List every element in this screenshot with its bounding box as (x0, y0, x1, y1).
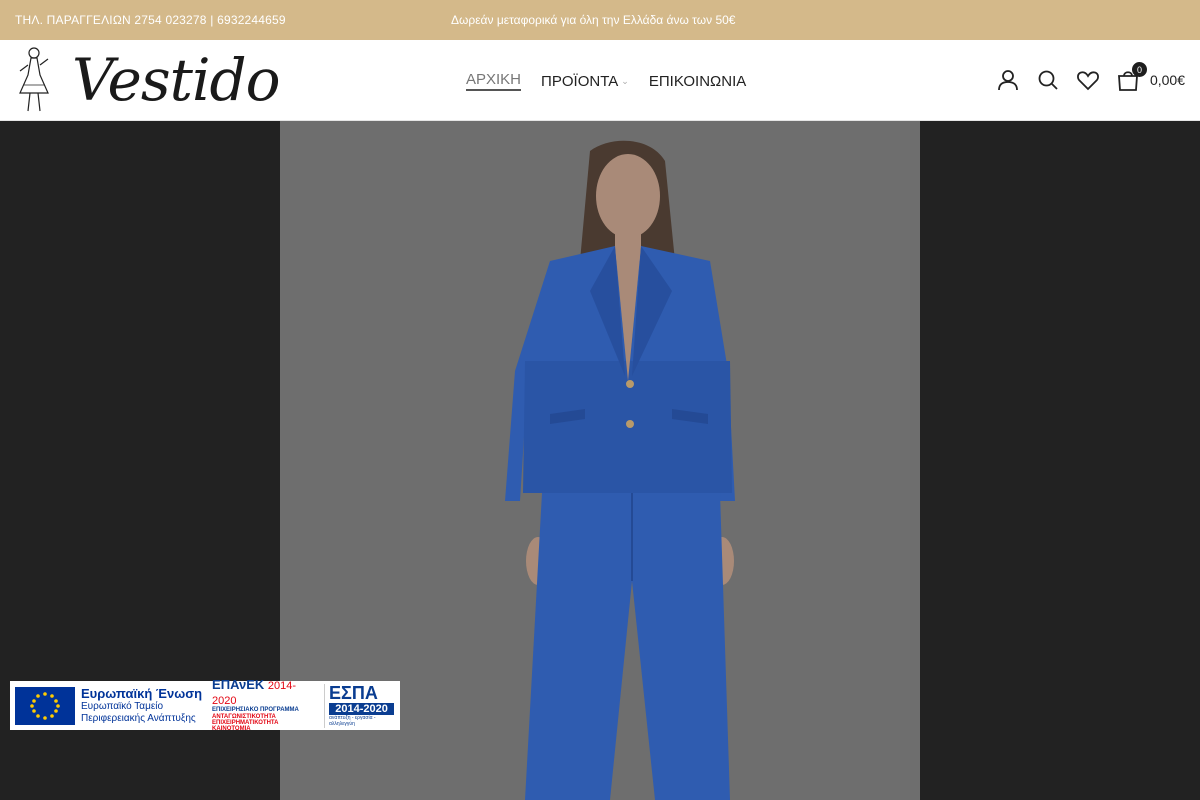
site-logo[interactable]: Vestido (14, 45, 281, 117)
site-header: Vestido ΑΡΧΙΚΗ ΠΡΟΪΟΝΤΑ ⌄ ΕΠΙΚΟΙΝΩΝΙΑ 0 (0, 40, 1200, 121)
cart-icon: 0 (1116, 62, 1147, 92)
chevron-down-icon: ⌄ (621, 75, 629, 86)
nav-item-label: ΠΡΟΪΟΝΤΑ (541, 72, 619, 90)
eu-flag-icon (15, 686, 75, 725)
cart-count-badge: 0 (1131, 62, 1147, 77)
epanek-line-1: ΕΠΙΧΕΙΡΗΣΙΑΚΟ ΠΡΟΓΡΑΜΜΑ (212, 707, 299, 714)
epanek-title: ΕΠΑνΕΚ (212, 677, 265, 693)
eu-text-block: Ευρωπαϊκή Ένωση Ευρωπαϊκό Ταμείο Περιφερ… (81, 685, 203, 725)
espa-logo: ΕΣΠΑ 2014-2020 ανάπτυξη - εργασία - αλλη… (324, 682, 395, 728)
user-icon[interactable] (996, 68, 1020, 92)
free-shipping-promo: Δωρεάν μεταφορικά για όλη την Ελλάδα άνω… (451, 13, 736, 27)
heart-icon[interactable] (1076, 68, 1100, 92)
espa-tagline: ανάπτυξη - εργασία - αλληλεγγύη (329, 714, 376, 727)
nav-item-label: ΕΠΙΚΟΙΝΩΝΙΑ (648, 72, 747, 90)
nav-item-contact[interactable]: ΕΠΙΚΟΙΝΩΝΙΑ (649, 71, 746, 91)
header-actions: 0 0,00€ (980, 62, 1185, 92)
order-phone-text: ΤΗΛ. ΠΑΡΑΓΓΕΛΙΩΝ 2754 023278 | 693224465… (15, 13, 286, 27)
top-announcement-bar: ΤΗΛ. ΠΑΡΑΓΓΕΛΙΩΝ 2754 023278 | 693224465… (0, 0, 1200, 40)
epanek-logo: ΕΠΑνΕΚ 2014-2020 ΕΠΙΧΕΙΡΗΣΙΑΚΟ ΠΡΟΓΡΑΜΜΑ… (212, 678, 312, 732)
cart-button[interactable]: 0 0,00€ (1116, 62, 1185, 92)
eu-funding-banner[interactable]: Ευρωπαϊκή Ένωση Ευρωπαϊκό Ταμείο Περιφερ… (10, 678, 400, 732)
nav-item-products[interactable]: ΠΡΟΪΟΝΤΑ ⌄ (541, 71, 629, 91)
nav-item-label: ΑΡΧΙΚΗ (466, 71, 522, 88)
dress-figure-icon (19, 47, 49, 112)
main-navigation: ΑΡΧΙΚΗ ΠΡΟΪΟΝΤΑ ⌄ ΕΠΙΚΟΙΝΩΝΙΑ (466, 71, 746, 91)
eu-subtitle-2: Περιφερειακής Ανάπτυξης (81, 712, 196, 724)
search-icon[interactable] (1036, 68, 1060, 92)
eu-title: Ευρωπαϊκή Ένωση (81, 685, 203, 701)
epanek-line-4: ΚΑΙΝΟΤΟΜΙΑ (212, 726, 251, 733)
eu-subtitle-1: Ευρωπαϊκό Ταμείο (81, 701, 164, 713)
espa-years: 2014-2020 (329, 702, 395, 715)
cart-total: 0,00€ (1149, 72, 1185, 88)
nav-item-home[interactable]: ΑΡΧΙΚΗ (466, 71, 522, 91)
espa-title: ΕΣΠΑ (329, 682, 378, 703)
brand-name: Vestido (72, 46, 281, 114)
